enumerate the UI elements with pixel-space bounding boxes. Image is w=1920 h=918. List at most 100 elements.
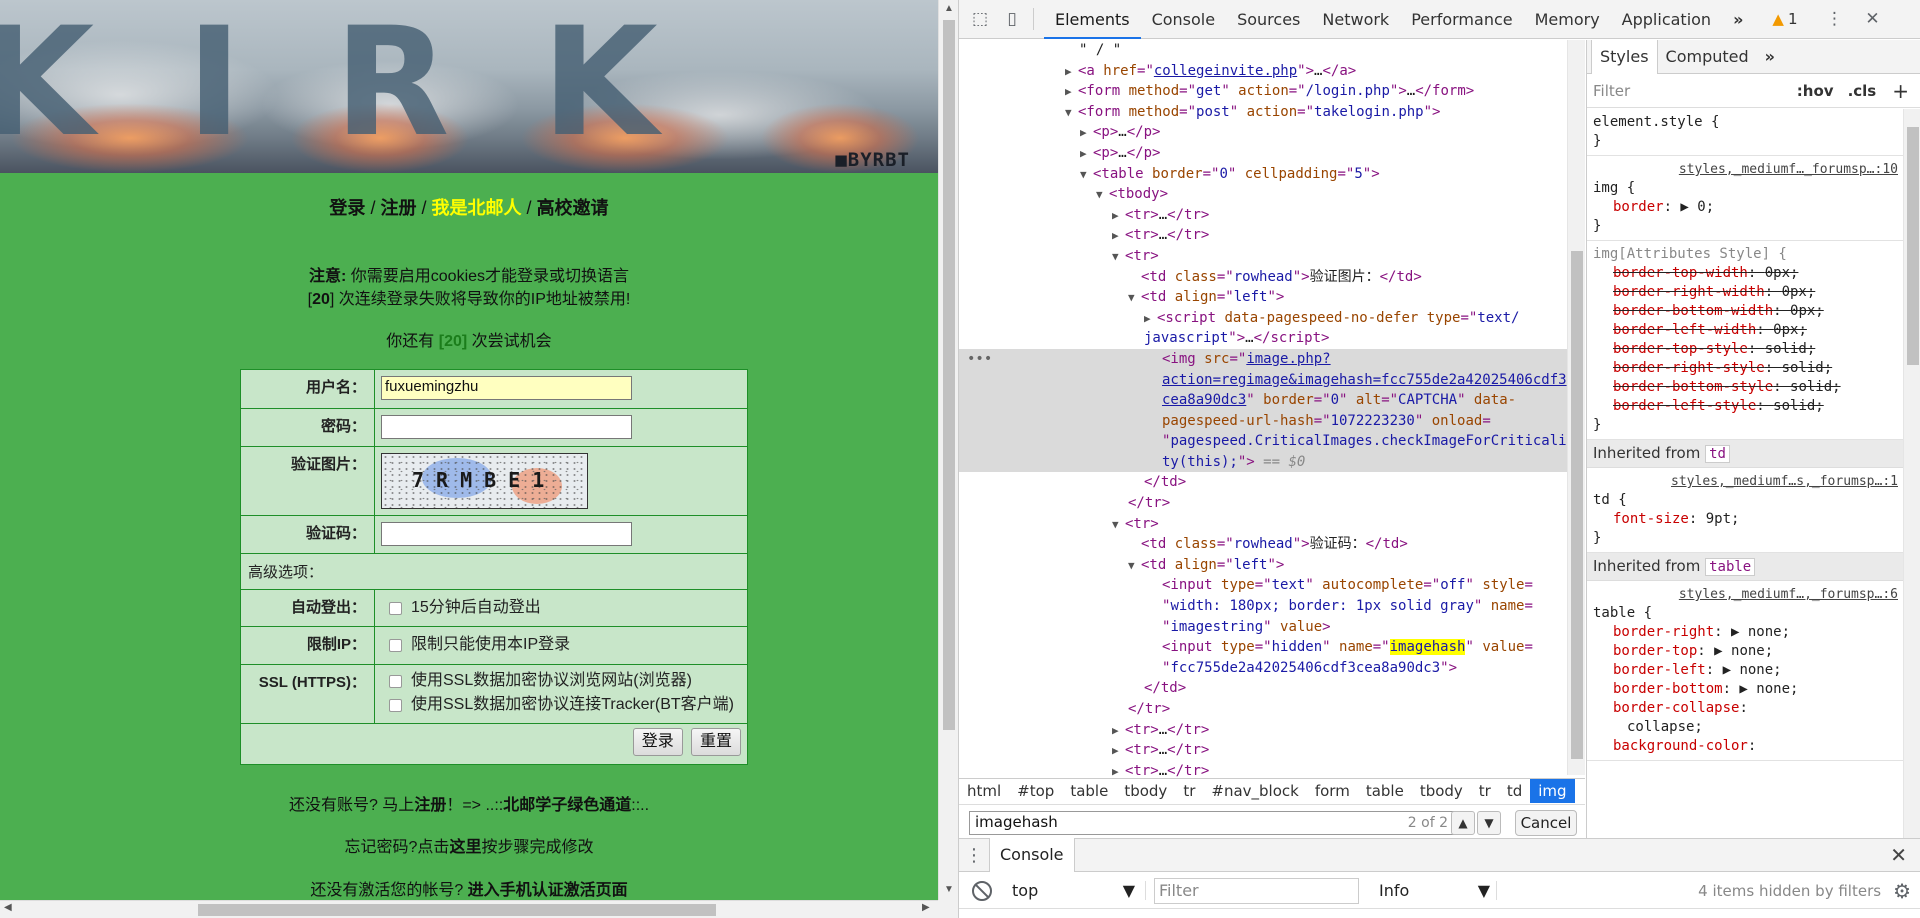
css-property[interactable]: border-collapse — [1613, 700, 1739, 716]
dom-node[interactable]: <input type="hidden" name="imagehash" va… — [959, 637, 1567, 658]
rule-source-link[interactable]: styles,_mediumf…_forumsp…:10 — [1679, 160, 1898, 179]
styles-scroll-thumb[interactable] — [1907, 127, 1919, 365]
breadcrumb-item[interactable]: tr — [1175, 779, 1203, 803]
dom-node[interactable]: "width: 180px; border: 1px solid gray" n… — [959, 596, 1567, 617]
css-value[interactable]: none; — [1739, 662, 1781, 678]
forgot-here-link[interactable]: 这里 — [449, 839, 481, 856]
warning-badge[interactable]: ▲ 1 — [1772, 10, 1797, 28]
register-now-link[interactable]: 注册 — [414, 797, 446, 814]
css-property[interactable]: border — [1613, 199, 1664, 215]
more-style-tabs-icon[interactable]: » — [1757, 40, 1783, 74]
reset-button[interactable]: 重置 — [690, 728, 741, 756]
dom-node[interactable]: ▶ <tr>…</tr> — [959, 740, 1567, 761]
css-property[interactable]: font-size — [1613, 511, 1689, 527]
dom-node[interactable]: ▶ <tr>…</tr> — [959, 205, 1567, 226]
css-value[interactable]: 9pt; — [1706, 511, 1740, 527]
dom-node[interactable]: ▶ <form method="get" action="/login.php">… — [959, 81, 1567, 102]
dom-node[interactable]: ▼ <td align="left"> — [959, 555, 1567, 576]
inherited-tag[interactable]: table — [1705, 558, 1756, 576]
dom-node[interactable]: </tr> — [959, 699, 1567, 720]
dom-node[interactable]: ▼ <tbody> — [959, 184, 1567, 205]
username-input[interactable]: fuxuemingzhu — [381, 376, 632, 400]
styles-filter-input[interactable]: Filter — [1587, 82, 1797, 100]
dom-node[interactable]: </td> — [959, 472, 1567, 493]
breadcrumb-item[interactable]: form — [1307, 779, 1358, 803]
auto-logout-checkbox[interactable] — [389, 601, 402, 615]
inherited-tag[interactable]: td — [1705, 445, 1730, 463]
css-value[interactable]: 0; — [1697, 199, 1714, 215]
tab-network[interactable]: Network — [1311, 0, 1400, 39]
captcha-code-input[interactable] — [381, 522, 632, 546]
scroll-up-arrow-icon[interactable]: ▲ — [944, 3, 954, 14]
tab-console[interactable]: Console — [1141, 0, 1227, 39]
nav-college-invite-link[interactable]: 高校邀请 — [537, 198, 609, 218]
dom-node[interactable]: <td class="rowhead">验证码：</td> — [959, 534, 1567, 555]
breadcrumb-item[interactable]: td — [1499, 779, 1530, 803]
dom-node[interactable]: ▼ <table border="0" cellpadding="5"> — [959, 164, 1567, 185]
search-cancel-button[interactable]: Cancel — [1515, 810, 1577, 836]
css-value[interactable]: none; — [1756, 681, 1798, 697]
dom-attr-value[interactable]: cea8a90dc3 — [1162, 392, 1246, 408]
breadcrumb-item[interactable]: #top — [1009, 779, 1062, 803]
dom-node[interactable]: ▼ <form method="post" action="takelogin.p… — [959, 102, 1567, 123]
bupt-green-channel-link[interactable]: 北邮学子绿色通道 — [503, 797, 631, 814]
dom-node-selected[interactable]: ••• <img src="image.php? — [959, 348, 1567, 370]
tab-application[interactable]: Application — [1611, 0, 1722, 39]
dom-node[interactable]: ▼ <td align="left"> — [959, 287, 1567, 308]
dom-node[interactable]: ▶ <p>…</p> — [959, 122, 1567, 143]
dom-node-selected[interactable]: ty(this);"> == $0 — [959, 451, 1567, 473]
hover-state-toggle[interactable]: :hov — [1797, 82, 1834, 100]
breadcrumb-item[interactable]: tr — [1471, 779, 1499, 803]
activate-phone-link[interactable]: 进入手机认证激活页面 — [468, 882, 628, 899]
tab-computed[interactable]: Computed — [1658, 40, 1757, 74]
css-property[interactable]: background-color — [1613, 738, 1748, 754]
search-prev-icon[interactable]: ▲ — [1451, 811, 1475, 835]
more-tabs-icon[interactable]: » — [1722, 0, 1754, 39]
drawer-tab-console[interactable]: Console — [989, 838, 1075, 872]
breadcrumb-item[interactable]: tbody — [1412, 779, 1471, 803]
dom-attr-value[interactable]: image.php? — [1246, 351, 1330, 367]
css-value[interactable]: collapse; — [1627, 719, 1703, 735]
css-property[interactable]: border-right — [1613, 624, 1714, 640]
ssl-browse-checkbox[interactable] — [389, 674, 402, 688]
clear-console-icon[interactable] — [972, 880, 992, 901]
css-property[interactable]: border-top — [1613, 643, 1697, 659]
console-filter-input[interactable]: Filter — [1154, 877, 1359, 904]
scroll-left-arrow-icon[interactable]: ◀ — [4, 902, 12, 913]
inspect-element-icon[interactable]: ⬚ — [969, 8, 991, 30]
scroll-down-arrow-icon[interactable]: ▼ — [944, 884, 954, 895]
log-level-select[interactable]: Info ▼ — [1379, 881, 1497, 900]
new-rule-plus-icon[interactable]: + — [1892, 79, 1909, 103]
page-vertical-scroll-thumb[interactable] — [943, 20, 955, 730]
dom-node[interactable]: <input type="text" autocomplete="off" st… — [959, 575, 1567, 596]
dom-node[interactable]: </tr> — [959, 493, 1567, 514]
drawer-menu-icon[interactable]: ⋮ — [959, 845, 989, 866]
dom-node[interactable]: ▼ <tr> — [959, 246, 1567, 267]
dom-attr-value[interactable]: action=regimage&imagehash=fcc755de2a4202… — [1162, 372, 1567, 388]
styles-scrollbar[interactable] — [1903, 109, 1920, 838]
dom-node[interactable]: "imagestring" value> — [959, 617, 1567, 638]
kebab-menu-icon[interactable]: ⋮ — [1824, 8, 1846, 30]
breadcrumb-item[interactable]: tbody — [1116, 779, 1175, 803]
ssl-tracker-checkbox[interactable] — [389, 698, 402, 712]
dom-node[interactable]: javascript">…</script> — [959, 328, 1567, 349]
page-vertical-scrollbar[interactable]: ▲ ▼ — [938, 0, 958, 900]
css-value[interactable]: none; — [1731, 643, 1773, 659]
more-actions-icon[interactable]: ••• — [967, 349, 992, 370]
elements-scrollbar[interactable] — [1567, 40, 1585, 775]
dom-node[interactable]: ▶ <a href="collegeinvite.php">…</a> — [959, 61, 1567, 82]
console-settings-gear-icon[interactable]: ⚙ — [1893, 879, 1911, 903]
tab-styles[interactable]: Styles — [1591, 40, 1658, 74]
breadcrumb-item[interactable]: #nav_block — [1203, 779, 1306, 803]
page-horizontal-scroll-thumb[interactable] — [198, 904, 716, 916]
rule-source-link[interactable]: styles,_mediumf…s,_forumsp…:1 — [1671, 472, 1898, 491]
css-property[interactable]: border-left — [1613, 662, 1706, 678]
dom-node[interactable]: "fcc755de2a42025406cdf3cea8a90dc3"> — [959, 658, 1567, 679]
close-drawer-icon[interactable]: ✕ — [1890, 843, 1907, 867]
dom-node[interactable]: ▶ <tr>…</tr> — [959, 720, 1567, 741]
rule-source-link[interactable]: styles,_mediumf…,_forumsp…:6 — [1679, 585, 1898, 604]
page-horizontal-scrollbar[interactable]: ◀ ▶ — [0, 900, 938, 918]
dom-node-selected[interactable]: "pagespeed.CriticalImages.checkImageForC… — [959, 431, 1567, 452]
breadcrumb-item[interactable]: html — [959, 779, 1009, 803]
css-value[interactable]: none; — [1748, 624, 1790, 640]
